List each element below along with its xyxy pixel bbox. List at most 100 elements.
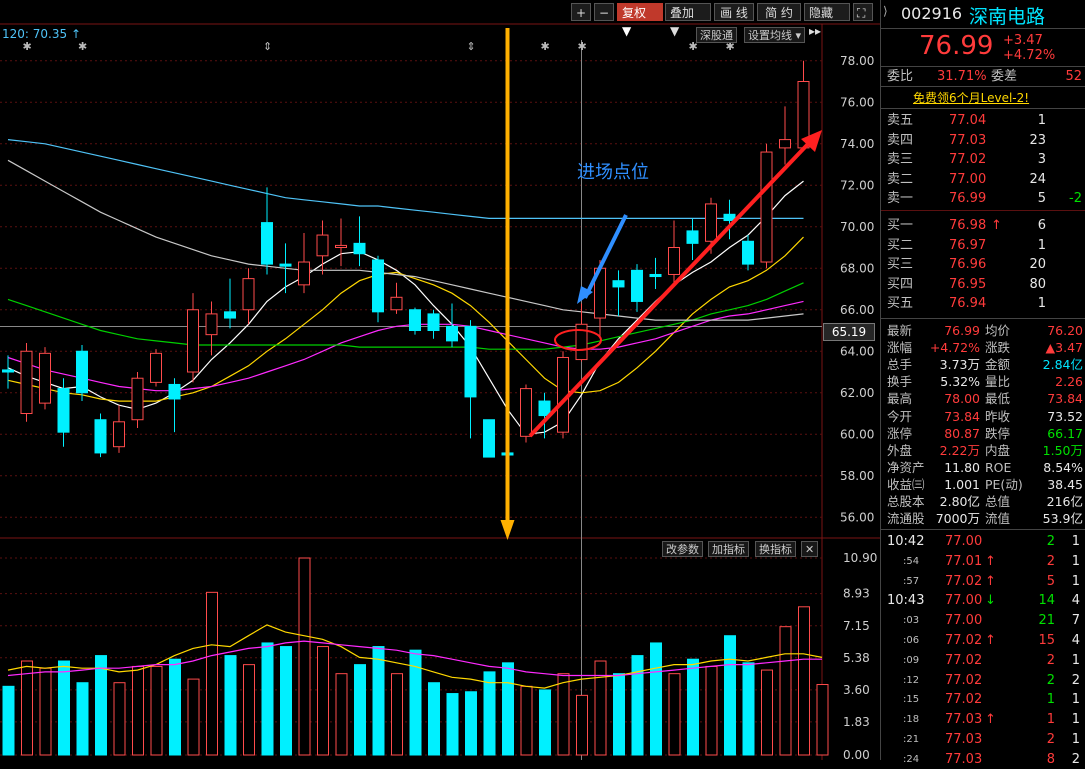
tick-time: :03	[903, 615, 920, 627]
price-change: +3.47	[1003, 33, 1043, 48]
price-tick-label: 66.00	[840, 303, 874, 317]
volume-bar	[76, 682, 89, 756]
dropdown-arrow-icon: ▼	[670, 24, 680, 38]
volume-bar	[724, 635, 736, 756]
shengu-button[interactable]: 深股通	[696, 27, 737, 43]
tick-price: 77.00	[945, 534, 983, 549]
volume-bar	[650, 642, 662, 756]
tick-price: 77.02	[945, 672, 983, 688]
zoom-in-button[interactable]: +	[571, 3, 591, 21]
fuquan-dropdown[interactable]: 复权 ▼	[617, 3, 663, 38]
bid-price: 76.98	[949, 218, 987, 233]
simple-mode-button[interactable]: 简 约	[757, 3, 801, 21]
volume-tick-label: 7.15	[843, 619, 870, 633]
volume-bar	[502, 662, 514, 756]
bid-volume: 6	[1037, 218, 1046, 233]
tick-time: :12	[903, 674, 920, 686]
candle-body	[131, 377, 144, 421]
hide-button[interactable]: 隐藏 ▸▸	[804, 3, 850, 38]
volume-bar	[687, 658, 699, 756]
candle-body	[779, 139, 791, 149]
candle-body	[298, 261, 310, 286]
ask-price: 77.02	[949, 152, 987, 168]
tick-time: :15	[903, 694, 920, 706]
candle-body	[464, 325, 477, 398]
volume-tick-label: 10.90	[843, 551, 877, 565]
ma-line-ma20	[7, 300, 804, 392]
ask-volume: 24	[1029, 171, 1046, 187]
volume-bar	[761, 669, 773, 756]
tick-price: 77.00	[945, 593, 983, 609]
stat-label: 流值	[985, 511, 1011, 527]
orange-arrow-head	[500, 520, 515, 540]
double-arrow-icon: ▸▸	[809, 24, 822, 38]
tick-count: 1	[1071, 553, 1080, 569]
expand-panel-icon[interactable]: ⟩	[883, 4, 888, 18]
up-arrow-icon: ↑	[985, 712, 996, 728]
price-chart[interactable]: 78.00 76.00 74.00 72.00 70.00 68.00 66.00 64.00…	[0, 0, 880, 760]
down-arrow-icon: ↓	[985, 593, 996, 609]
tick-row: :24 77.03 8 2	[881, 750, 1085, 769]
tick-row: :12 77.02 2 2	[881, 671, 1085, 690]
volume-bar	[169, 658, 181, 756]
candle-body	[686, 230, 699, 244]
candle-body	[612, 280, 625, 288]
diejia-dropdown[interactable]: 叠加 ▼	[665, 3, 711, 38]
candle-body	[168, 383, 181, 400]
weicha-label: 委差	[991, 69, 1018, 84]
volume-tick-label: 8.93	[843, 587, 870, 601]
tick-count: 7	[1071, 613, 1080, 629]
ma-settings-dropdown[interactable]: 设置均线 ▾	[744, 27, 806, 43]
tick-time: 10:42	[887, 534, 925, 549]
tick-price: 77.00	[945, 613, 983, 629]
draw-line-button[interactable]: 画 线	[714, 3, 754, 21]
red-trend-arrow-shaft	[528, 142, 810, 438]
tick-price: 77.02	[945, 573, 983, 589]
volume-bar	[668, 673, 681, 756]
bid-row: 买五 76.94 1	[881, 294, 1085, 313]
zoom-out-button[interactable]: −	[594, 3, 614, 21]
tick-volume: 2	[1046, 652, 1055, 668]
candle-body	[316, 234, 329, 257]
tick-count: 1	[1071, 712, 1080, 728]
volume-bar	[132, 665, 144, 756]
event-star-icon: ✱	[578, 40, 587, 53]
stat-value: 53.9亿	[1042, 511, 1083, 527]
candle-body	[649, 273, 662, 278]
switch-indicator-button[interactable]: 换指标	[755, 541, 796, 557]
volume-bar	[317, 646, 329, 756]
edit-params-button[interactable]: 改参数	[662, 541, 703, 557]
candle-body	[372, 259, 384, 313]
volume-bar	[576, 694, 588, 756]
volume-bar	[2, 685, 15, 756]
bid-label: 买一	[887, 218, 914, 233]
tick-count: 1	[1071, 573, 1080, 589]
price-tick-label: 70.00	[840, 220, 874, 234]
volume-tick-label: 5.38	[843, 651, 870, 665]
tick-row: :09 77.02 2 1	[881, 651, 1085, 670]
fullscreen-icon[interactable]: ⛶	[853, 3, 873, 21]
ask-volume: 5	[1037, 191, 1046, 207]
stat-value: 7000万	[935, 511, 980, 527]
bid-row: 买一 76.98 ↑ 6	[881, 216, 1085, 235]
bid-price: 76.96	[949, 257, 987, 273]
volume-bar	[206, 591, 218, 756]
candle-body	[20, 350, 33, 414]
volume-bar	[39, 667, 52, 756]
ask-label: 卖四	[887, 132, 914, 148]
divider	[881, 210, 1085, 211]
volume-bar	[261, 642, 274, 756]
divider	[881, 108, 1085, 109]
close-icon[interactable]: ✕	[801, 541, 819, 557]
price-tick-label: 74.00	[840, 137, 874, 151]
price-tick-label: 58.00	[840, 469, 874, 483]
up-arrow-icon: ↑	[991, 218, 1002, 233]
volume-bar	[520, 685, 533, 756]
tick-volume: 1	[1046, 692, 1055, 708]
add-indicator-button[interactable]: 加指标	[708, 541, 749, 557]
candle-body	[353, 242, 366, 255]
current-price: 76.99	[919, 31, 994, 61]
up-arrow-icon: ↑	[985, 553, 996, 569]
volume-bar	[798, 606, 810, 756]
level2-promo-link[interactable]: 免费领6个月Level-2!	[913, 89, 1029, 106]
